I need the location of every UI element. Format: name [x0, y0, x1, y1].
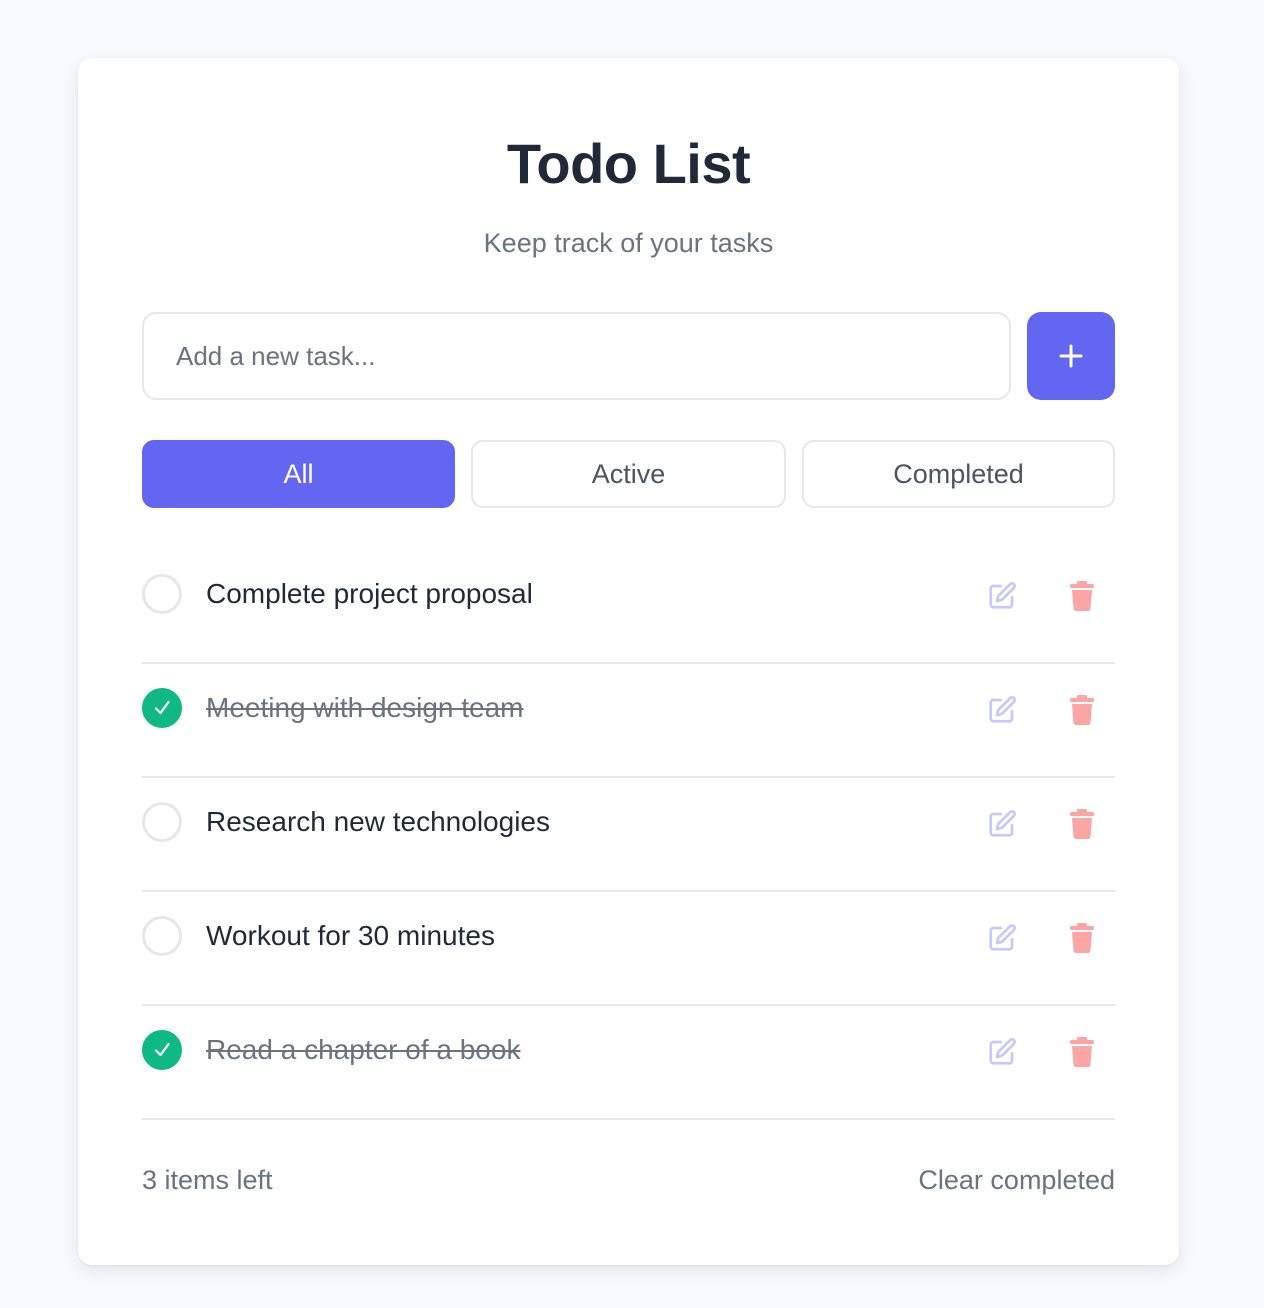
delete-button[interactable]	[1064, 920, 1100, 956]
check-icon	[154, 1042, 170, 1057]
edit-button[interactable]	[984, 920, 1020, 956]
todo-text: Read a chapter of a book	[206, 1034, 521, 1065]
todo-text: Research new technologies	[206, 806, 550, 837]
edit-icon	[989, 809, 1017, 837]
edit-button[interactable]	[984, 806, 1020, 842]
todo-item: Read a chapter of a book	[142, 1006, 1115, 1120]
edit-button[interactable]	[984, 1034, 1020, 1070]
edit-icon	[989, 923, 1017, 951]
todo-checkbox[interactable]	[142, 802, 182, 842]
trash-icon	[1070, 581, 1094, 611]
filter-completed[interactable]: Completed	[802, 440, 1115, 508]
page-subtitle: Keep track of your tasks	[483, 228, 774, 258]
delete-button[interactable]	[1064, 806, 1100, 842]
todo-checkbox[interactable]	[142, 1030, 182, 1070]
check-icon	[154, 700, 170, 715]
todo-text: Meeting with design team	[206, 692, 524, 723]
todo-checkbox[interactable]	[142, 916, 182, 956]
delete-button[interactable]	[1064, 578, 1100, 614]
items-left-count: 3 items left	[142, 1165, 273, 1195]
trash-icon	[1070, 695, 1094, 725]
todo-text: Complete project proposal	[206, 578, 533, 609]
edit-icon	[989, 695, 1017, 723]
todo-item: Research new technologies	[142, 778, 1115, 892]
clear-completed-button[interactable]: Clear completed	[918, 1162, 1115, 1198]
trash-icon	[1070, 809, 1094, 839]
todo-card: Todo List Keep track of your tasks All A…	[78, 58, 1179, 1265]
filter-all[interactable]: All	[142, 440, 455, 508]
todo-checkbox[interactable]	[142, 574, 182, 614]
page-title: Todo List	[506, 132, 751, 195]
todo-item: Meeting with design team	[142, 664, 1115, 778]
add-task-button[interactable]	[1027, 312, 1115, 400]
todo-item: Workout for 30 minutes	[142, 892, 1115, 1006]
plus-icon	[1059, 344, 1083, 368]
trash-icon	[1070, 923, 1094, 953]
edit-button[interactable]	[984, 692, 1020, 728]
filter-active[interactable]: Active	[471, 440, 786, 508]
todo-text: Workout for 30 minutes	[206, 920, 495, 951]
todo-item: Complete project proposal	[142, 550, 1115, 664]
delete-button[interactable]	[1064, 692, 1100, 728]
delete-button[interactable]	[1064, 1034, 1100, 1070]
todo-checkbox[interactable]	[142, 688, 182, 728]
edit-icon	[989, 1037, 1017, 1065]
trash-icon	[1070, 1037, 1094, 1067]
edit-button[interactable]	[984, 578, 1020, 614]
new-task-input[interactable]	[142, 312, 1011, 400]
edit-icon	[989, 581, 1017, 609]
